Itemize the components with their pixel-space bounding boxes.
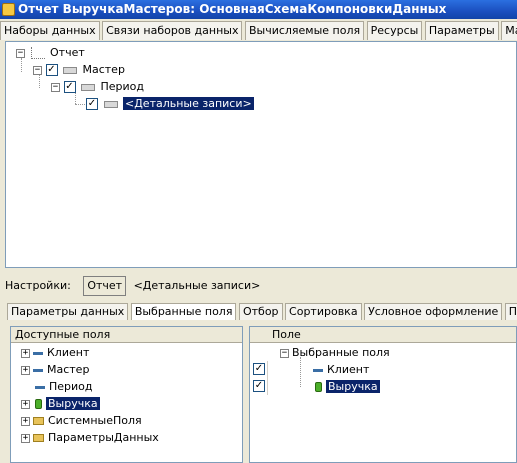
available-field-item[interactable]: + Мастер bbox=[21, 361, 89, 378]
settings-row: Настройки: Отчет <Детальные записи> bbox=[5, 276, 260, 296]
field-icon bbox=[35, 385, 45, 389]
available-field-item[interactable]: + Выручка bbox=[21, 395, 100, 412]
tab-conditional-appearance[interactable]: Условное оформление bbox=[364, 303, 503, 320]
tab-datasets[interactable]: Наборы данных bbox=[0, 21, 100, 40]
available-field-item[interactable]: Период bbox=[32, 378, 93, 395]
tree-row-report[interactable]: − Отчет bbox=[16, 45, 85, 61]
field-icon bbox=[33, 368, 43, 372]
tab-dataset-links[interactable]: Связи наборов данных bbox=[102, 21, 243, 40]
tree-label-detail: <Детальные записи> bbox=[123, 97, 254, 110]
selected-fields-group[interactable]: − Выбранные поля bbox=[280, 344, 390, 361]
grouping-icon bbox=[81, 83, 95, 91]
tab-calculated-fields[interactable]: Вычисляемые поля bbox=[244, 21, 365, 40]
selected-field-item[interactable]: Выручка bbox=[310, 378, 380, 395]
expand-icon[interactable]: + bbox=[21, 433, 30, 443]
tree-label-period: Период bbox=[100, 80, 145, 93]
available-fields-header: Доступные поля bbox=[11, 327, 242, 343]
collapse-icon[interactable]: − bbox=[16, 48, 25, 58]
field-icon bbox=[33, 351, 43, 355]
tree-row-detail[interactable]: ✓ <Детальные записи> bbox=[86, 96, 254, 112]
field-icon bbox=[313, 368, 323, 372]
selected-field-item[interactable]: Клиент bbox=[310, 361, 369, 378]
available-field-item[interactable]: + ПараметрыДанных bbox=[21, 429, 159, 446]
resource-icon bbox=[35, 399, 42, 409]
selected-fields-header: Поле bbox=[250, 327, 516, 343]
tab-layouts[interactable]: Макеты bbox=[501, 21, 517, 40]
top-tab-bar: Наборы данных Связи наборов данных Вычис… bbox=[0, 21, 517, 40]
selected-field-checkbox[interactable]: ✓ bbox=[250, 378, 268, 395]
tab-parameters[interactable]: Параметры bbox=[424, 21, 499, 40]
grouping-icon bbox=[63, 66, 77, 74]
settings-current-element: <Детальные записи> bbox=[133, 279, 261, 292]
tab-user-settings[interactable]: Пользова bbox=[504, 303, 517, 320]
collapse-icon[interactable]: − bbox=[280, 348, 289, 358]
selected-field-checkbox[interactable]: ✓ bbox=[250, 361, 268, 378]
expand-icon[interactable]: + bbox=[21, 416, 30, 426]
available-fields-panel: Доступные поля + Клиент + Мастер Период + В… bbox=[10, 326, 243, 463]
tab-resources[interactable]: Ресурсы bbox=[366, 21, 423, 40]
expand-icon[interactable]: + bbox=[21, 365, 30, 375]
selected-fields-panel: Поле − Выбранные поля ✓ Клиент ✓ Выручка bbox=[249, 326, 517, 463]
tree-label-report: Отчет bbox=[50, 46, 85, 59]
tab-filter[interactable]: Отбор bbox=[238, 303, 283, 320]
collapse-icon[interactable]: − bbox=[51, 82, 60, 92]
tree-row-group-period[interactable]: − ✓ Период bbox=[51, 79, 144, 95]
collapse-icon[interactable]: − bbox=[33, 65, 42, 75]
expand-icon[interactable]: + bbox=[21, 399, 30, 409]
report-icon bbox=[30, 47, 45, 59]
window-title-bar: Отчет ВыручкаМастеров: ОсновнаяСхемаКомп… bbox=[0, 0, 517, 19]
settings-label: Настройки: bbox=[5, 279, 71, 292]
grouping-icon bbox=[103, 100, 118, 108]
folder-icon bbox=[33, 417, 44, 425]
tab-selected-fields[interactable]: Выбранные поля bbox=[130, 303, 237, 320]
structure-tree: − Отчет − ✓ Мастер − ✓ Период ✓ <Детальн… bbox=[5, 41, 517, 268]
folder-icon bbox=[33, 434, 44, 442]
tab-sort[interactable]: Сортировка bbox=[285, 303, 362, 320]
available-field-item[interactable]: + СистемныеПоля bbox=[21, 412, 142, 429]
tab-data-parameters[interactable]: Параметры данных bbox=[7, 303, 129, 320]
resource-icon bbox=[315, 382, 322, 392]
settings-tab-bar: Параметры данных Выбранные поля Отбор Со… bbox=[7, 303, 517, 320]
group-checkbox[interactable]: ✓ bbox=[45, 64, 58, 76]
group-checkbox[interactable]: ✓ bbox=[63, 81, 76, 93]
tree-label-master: Мастер bbox=[82, 63, 125, 76]
app-icon bbox=[2, 3, 15, 16]
expand-icon[interactable]: + bbox=[21, 348, 30, 358]
window-title: Отчет ВыручкаМастеров: ОсновнаяСхемаКомп… bbox=[18, 2, 447, 16]
tree-row-group-master[interactable]: − ✓ Мастер bbox=[33, 62, 125, 78]
available-field-item[interactable]: + Клиент bbox=[21, 344, 89, 361]
settings-report-button[interactable]: Отчет bbox=[83, 276, 127, 296]
group-checkbox[interactable]: ✓ bbox=[86, 98, 98, 110]
